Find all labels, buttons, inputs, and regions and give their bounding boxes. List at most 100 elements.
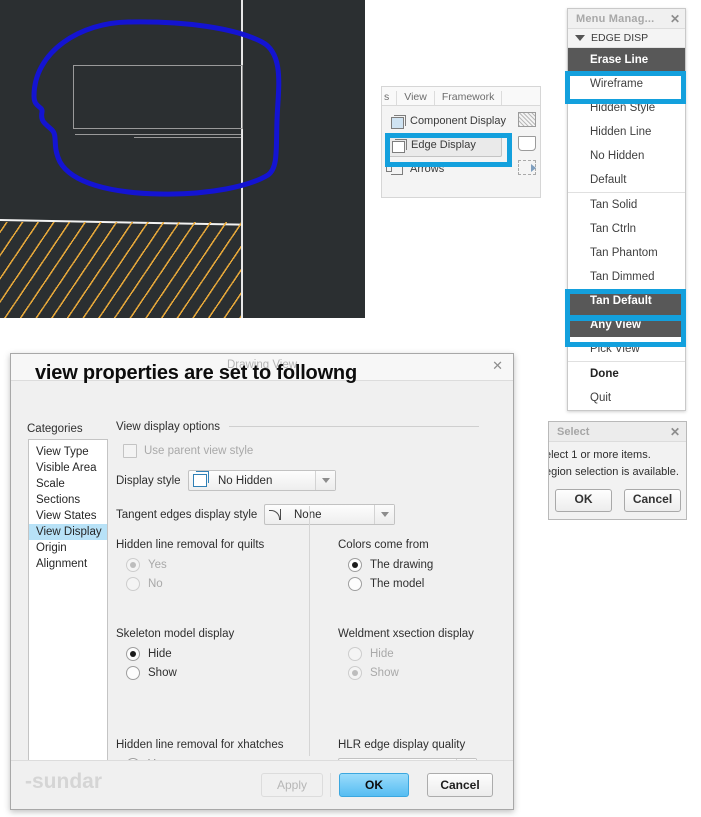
- category-view-states[interactable]: View States: [29, 508, 107, 524]
- ribbon-tab-clipped[interactable]: s: [382, 91, 398, 105]
- weldment-show-row[interactable]: Show: [348, 666, 513, 680]
- ok-button[interactable]: OK: [339, 773, 409, 797]
- menu-item-default[interactable]: Default: [568, 168, 685, 192]
- categories-label: Categories: [27, 423, 83, 435]
- view-display-pane: View display options Use parent view sty…: [116, 421, 505, 791]
- wireframe-rectangle: [73, 65, 243, 129]
- chevron-down-icon[interactable]: [315, 471, 335, 490]
- select-message-line-2: egion selection is available.: [548, 466, 679, 478]
- sheet-icon[interactable]: [518, 136, 536, 151]
- skeleton-hide-row[interactable]: Hide: [126, 647, 301, 661]
- menu-item-quit[interactable]: Quit: [568, 386, 685, 410]
- weldment-show-label: Show: [370, 667, 399, 679]
- cube-icon: [390, 138, 407, 153]
- component-display-label: Component Display: [410, 115, 506, 127]
- select-dialog-titlebar: Select ✕: [549, 422, 686, 442]
- button-divider: [330, 773, 331, 797]
- arrow-right-icon[interactable]: [518, 160, 536, 175]
- weldment-hide-row[interactable]: Hide: [348, 647, 513, 661]
- arrows-label: Arrows: [410, 163, 445, 175]
- category-view-display[interactable]: View Display: [29, 524, 107, 540]
- close-icon[interactable]: ✕: [492, 358, 503, 374]
- hlr-xhatches-label: Hidden line removal for xhatches: [116, 739, 284, 751]
- menu-manager-title: Menu Manag...: [576, 12, 655, 25]
- chevron-down-icon[interactable]: [374, 505, 394, 524]
- edge-display-label: Edge Display: [411, 139, 476, 151]
- menu-manager-titlebar: Menu Manag... ✕: [568, 9, 685, 29]
- menu-item-any-view[interactable]: Any View: [568, 313, 685, 337]
- menu-manager-section-header[interactable]: EDGE DISP: [568, 29, 685, 48]
- watermark-text: -sundar: [25, 770, 103, 793]
- chevron-down-icon: [575, 35, 585, 41]
- category-scale[interactable]: Scale: [29, 476, 107, 492]
- menu-item-tan-solid[interactable]: Tan Solid: [568, 192, 685, 217]
- tangent-edges-label: Tangent edges display style: [116, 508, 258, 521]
- group-divider: [229, 426, 480, 428]
- menu-item-tan-phantom[interactable]: Tan Phantom: [568, 241, 685, 265]
- view-display-options-text: View display options: [116, 421, 220, 433]
- hlr-quilts-yes-radio[interactable]: [126, 558, 140, 572]
- weldment-show-radio[interactable]: [348, 666, 362, 680]
- colors-drawing-label: The drawing: [370, 559, 434, 571]
- cube-icon: [189, 471, 211, 490]
- hlr-quilts-no-row[interactable]: No: [126, 577, 301, 591]
- use-parent-view-style-checkbox[interactable]: [123, 444, 137, 458]
- cad-drawing-viewport[interactable]: [0, 0, 365, 318]
- category-view-type[interactable]: View Type: [29, 444, 107, 460]
- hlr-quality-label: HLR edge display quality: [338, 739, 466, 751]
- colors-drawing-radio[interactable]: [348, 558, 362, 572]
- skeleton-hide-radio[interactable]: [126, 647, 140, 661]
- category-visible-area[interactable]: Visible Area: [29, 460, 107, 476]
- skeleton-show-label: Show: [148, 667, 177, 679]
- menu-item-wireframe[interactable]: Wireframe: [568, 72, 685, 96]
- menu-item-erase-line[interactable]: Erase Line: [568, 48, 685, 72]
- menu-item-pick-view[interactable]: Pick View: [568, 337, 685, 361]
- select-ok-button[interactable]: OK: [555, 489, 612, 512]
- close-icon[interactable]: ✕: [670, 12, 680, 26]
- apply-button[interactable]: Apply: [261, 773, 323, 797]
- skeleton-show-row[interactable]: Show: [126, 666, 301, 680]
- categories-list[interactable]: View Type Visible Area Scale Sections Vi…: [28, 439, 108, 771]
- display-style-label: Display style: [116, 474, 181, 487]
- weldment-hide-radio[interactable]: [348, 647, 362, 661]
- skeleton-show-radio[interactable]: [126, 666, 140, 680]
- dialog-footer: -sundar Apply OK Cancel: [11, 760, 513, 809]
- display-style-value: No Hidden: [218, 474, 273, 487]
- tangent-edges-combobox[interactable]: None: [264, 504, 395, 525]
- ribbon-panel: s View Framework Component Display Edge …: [381, 86, 541, 198]
- hlr-quilts-label: Hidden line removal for quilts: [116, 539, 265, 551]
- tangent-edges-value: None: [294, 508, 322, 521]
- close-icon[interactable]: ✕: [670, 425, 680, 439]
- category-alignment[interactable]: Alignment: [29, 556, 107, 572]
- menu-item-hidden-line[interactable]: Hidden Line: [568, 120, 685, 144]
- edge-display-button[interactable]: Edge Display: [386, 133, 502, 157]
- colors-model-label: The model: [370, 578, 425, 590]
- menu-item-tan-default[interactable]: Tan Default: [568, 289, 685, 313]
- hatch-icon[interactable]: [518, 112, 536, 127]
- menu-item-done[interactable]: Done: [568, 361, 685, 386]
- ribbon-tab-view[interactable]: View: [397, 91, 435, 105]
- left-column: Hidden line removal for quilts Yes No Sk…: [116, 539, 301, 791]
- display-style-combobox[interactable]: No Hidden: [188, 470, 336, 491]
- wireframe-edge-line: [134, 137, 241, 138]
- hlr-quilts-no-radio[interactable]: [126, 577, 140, 591]
- handwritten-annotation-text: view properties are set to followng: [35, 362, 357, 384]
- ribbon-tab-framework[interactable]: Framework: [435, 91, 503, 105]
- hlr-quilts-yes-row[interactable]: Yes: [126, 558, 301, 572]
- colors-model-radio[interactable]: [348, 577, 362, 591]
- category-sections[interactable]: Sections: [29, 492, 107, 508]
- menu-item-tan-dimmed[interactable]: Tan Dimmed: [568, 265, 685, 289]
- cancel-button[interactable]: Cancel: [427, 773, 493, 797]
- colors-drawing-row[interactable]: The drawing: [348, 558, 513, 572]
- colors-model-row[interactable]: The model: [348, 577, 513, 591]
- use-parent-view-style-label: Use parent view style: [144, 445, 254, 457]
- menu-item-no-hidden[interactable]: No Hidden: [568, 144, 685, 168]
- category-origin[interactable]: Origin: [29, 540, 107, 556]
- menu-item-tan-ctrln[interactable]: Tan Ctrln: [568, 217, 685, 241]
- two-column-area: Hidden line removal for quilts Yes No Sk…: [116, 539, 505, 791]
- tangent-edge-icon: [265, 505, 287, 524]
- select-cancel-button[interactable]: Cancel: [624, 489, 681, 512]
- section-hatch-region: [0, 222, 241, 318]
- use-parent-view-style-row[interactable]: Use parent view style: [123, 444, 505, 458]
- menu-item-hidden-style[interactable]: Hidden Style: [568, 96, 685, 120]
